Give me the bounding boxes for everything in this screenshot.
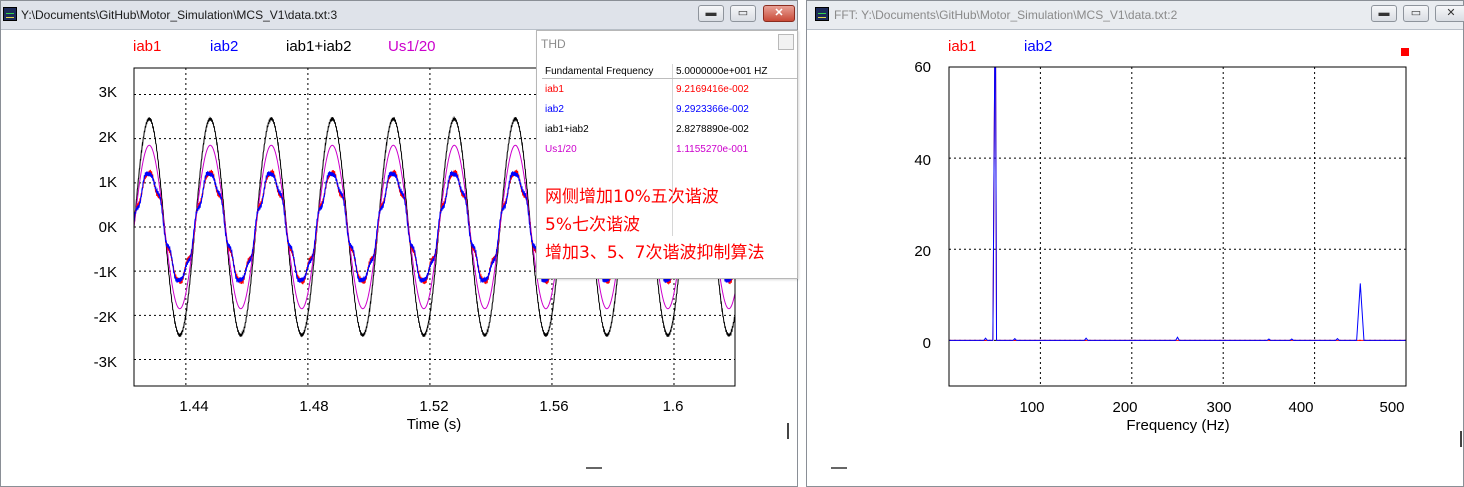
y-tick-label: 20 (914, 243, 931, 260)
x-tick-label: 1.56 (539, 398, 568, 415)
x-axis-label: Frequency (Hz) (1126, 417, 1229, 434)
x-tick-label: 500 (1379, 399, 1404, 416)
time-plot-window: Y:\Documents\GitHub\Motor_Simulation\MCS… (0, 0, 798, 487)
popup-close-button[interactable] (778, 34, 794, 50)
table-row: iab1 9.2169416e-002 (542, 78, 797, 99)
series-line-iab2 (949, 66, 1406, 341)
y-tick-label: 1K (99, 174, 117, 191)
fft-plot-window: FFT: Y:\Documents\GitHub\Motor_Simulatio… (806, 0, 1464, 487)
y-tick-label: 40 (914, 152, 931, 169)
annotation-line-1: 网侧增加10%五次谐波 (545, 187, 719, 207)
row-value: 2.8278890e-002 (676, 123, 749, 135)
row-value: 9.2923366e-002 (676, 103, 749, 115)
fft-plot: 60 40 20 0 100 200 300 400 500 Frequency… (914, 59, 1407, 434)
y-tick-label: 3K (99, 84, 117, 101)
scroll-handle[interactable] (586, 467, 602, 469)
fundamental-frequency-value: 5.0000000e+001 HZ (672, 64, 797, 79)
thd-header-row: Fundamental Frequency 5.0000000e+001 HZ (542, 64, 797, 79)
resize-grip[interactable] (787, 423, 789, 439)
row-value: 9.2169416e-002 (676, 83, 749, 95)
table-row: iab1+iab2 2.8278890e-002 (542, 119, 797, 139)
row-label: iab2 (542, 99, 673, 119)
annotation-line-2: 5%七次谐波 (545, 215, 640, 235)
y-tick-label: 0K (99, 219, 117, 236)
x-tick-label: 1.44 (179, 398, 208, 415)
x-axis-label: Time (s) (407, 416, 461, 433)
x-tick-label: 1.52 (419, 398, 448, 415)
x-tick-label: 300 (1206, 399, 1231, 416)
y-tick-label: 60 (914, 59, 931, 76)
table-row: Us1/20 1.1155270e-001 (542, 139, 797, 159)
row-value: 1.1155270e-001 (676, 143, 749, 155)
x-tick-label: 400 (1288, 399, 1313, 416)
y-tick-label: -2K (94, 309, 117, 326)
series-line-iab1 (949, 66, 1406, 341)
scroll-handle[interactable] (831, 467, 847, 469)
x-tick-label: 200 (1112, 399, 1137, 416)
row-label: iab1 (542, 78, 673, 99)
y-tick-label: 0 (923, 335, 931, 352)
thd-popup: THD Fundamental Frequency 5.0000000e+001… (536, 30, 798, 279)
x-tick-label: 1.48 (299, 398, 328, 415)
resize-grip[interactable] (1460, 431, 1462, 447)
fundamental-frequency-label: Fundamental Frequency (542, 64, 673, 79)
y-tick-label: -1K (94, 264, 117, 281)
table-row: iab2 9.2923366e-002 (542, 99, 797, 119)
thd-title: THD (541, 37, 566, 51)
row-label: Us1/20 (542, 139, 673, 159)
row-label: iab1+iab2 (542, 119, 673, 139)
x-tick-label: 100 (1019, 399, 1044, 416)
y-tick-label: 2K (99, 129, 117, 146)
y-tick-label: -3K (94, 354, 117, 371)
x-tick-label: 1.6 (663, 398, 684, 415)
annotation-line-3: 增加3、5、7次谐波抑制算法 (545, 243, 765, 263)
